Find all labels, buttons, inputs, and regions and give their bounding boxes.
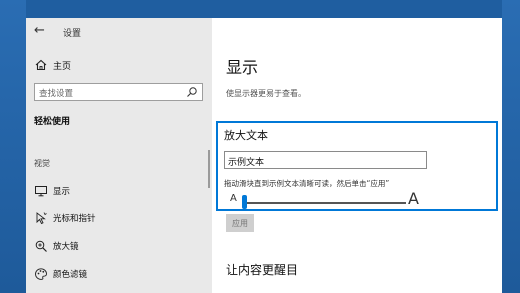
- sidebar-item-home[interactable]: 主页: [26, 55, 212, 75]
- slider-min-label: A: [230, 193, 237, 204]
- title-bar: ← 设置: [26, 18, 212, 46]
- settings-window: ← 设置 主页 查找设置 轻松使用 视觉 显示 光标和指针 放大镜 颜色滤镜 显…: [26, 18, 502, 293]
- enlarge-text-panel: 放大文本 示例文本 拖动滑块直到示例文本清晰可读，然后单击“应用” A A: [216, 121, 498, 211]
- sidebar-item-display[interactable]: 显示: [26, 180, 206, 202]
- enlarge-text-title: 放大文本: [224, 129, 268, 142]
- sidebar-item-color-filters[interactable]: 颜色滤镜: [26, 263, 206, 285]
- page-description: 使显示器更易于查看。: [226, 89, 306, 98]
- cursor-icon: [36, 212, 47, 225]
- main-content: 显示 使显示器更易于查看。 放大文本 示例文本 拖动滑块直到示例文本清晰可读，然…: [212, 18, 502, 293]
- search-input[interactable]: 查找设置: [34, 83, 203, 101]
- sidebar-section-heading: 轻松使用: [34, 117, 71, 127]
- text-size-slider-thumb[interactable]: [242, 195, 247, 209]
- desktop-background-left: [0, 0, 26, 293]
- apply-button[interactable]: 应用: [226, 214, 254, 232]
- sidebar-item-label: 颜色滤镜: [53, 270, 88, 280]
- magnifier-icon: [35, 240, 47, 252]
- back-arrow-icon[interactable]: ←: [34, 23, 48, 39]
- sidebar-item-label: 放大镜: [53, 242, 79, 252]
- monitor-icon: [35, 186, 47, 197]
- sidebar-item-label: 主页: [53, 62, 72, 72]
- search-placeholder: 查找设置: [39, 89, 74, 99]
- desktop-background-right: [502, 0, 520, 293]
- sidebar-item-label: 光标和指针: [53, 214, 96, 224]
- sidebar-item-cursor[interactable]: 光标和指针: [26, 207, 206, 229]
- slider-max-label: A: [408, 189, 419, 208]
- sidebar: ← 设置 主页 查找设置 轻松使用 视觉 显示 光标和指针 放大镜 颜色滤镜: [26, 18, 212, 293]
- sidebar-item-magnifier[interactable]: 放大镜: [26, 235, 206, 257]
- text-size-slider-track[interactable]: [244, 202, 406, 204]
- color-filter-icon: [35, 268, 47, 280]
- page-title: 显示: [226, 58, 259, 77]
- sample-text: 示例文本: [228, 158, 265, 168]
- sample-text-box: 示例文本: [224, 151, 427, 169]
- search-icon[interactable]: [186, 86, 198, 98]
- slider-instruction: 拖动滑块直到示例文本清晰可读，然后单击“应用”: [224, 179, 390, 188]
- app-title: 设置: [63, 29, 82, 39]
- home-icon: [35, 59, 47, 71]
- sidebar-group-label: 视觉: [34, 159, 50, 168]
- sidebar-item-label: 显示: [53, 187, 71, 197]
- section-title-make-everything-stand-out: 让内容更醒目: [226, 263, 299, 277]
- sidebar-scrollbar[interactable]: [208, 150, 210, 188]
